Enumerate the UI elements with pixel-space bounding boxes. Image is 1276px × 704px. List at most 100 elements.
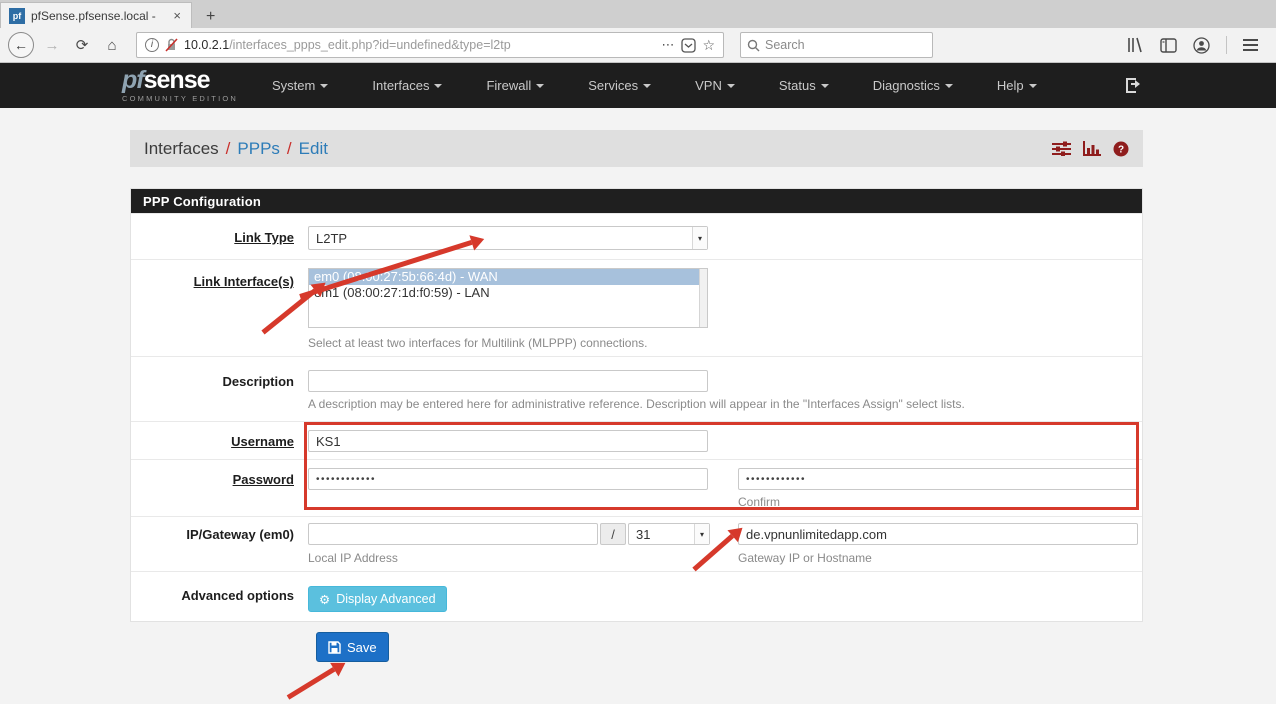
save-floppy-icon [328, 641, 341, 654]
sliders-icon[interactable] [1052, 141, 1071, 156]
search-input[interactable] [765, 38, 905, 52]
menu-system[interactable]: System [272, 78, 328, 93]
gateway-input[interactable] [738, 523, 1138, 545]
local-ip-input[interactable] [308, 523, 598, 545]
description-row: Description A description may be entered… [131, 356, 1142, 421]
select-caret-icon[interactable]: ▾ [694, 524, 709, 544]
breadcrumb-interfaces: Interfaces [144, 139, 219, 159]
save-button[interactable]: Save [316, 632, 389, 662]
ip-gateway-row: IP/Gateway (em0) Local IP Address / 31 ▾… [131, 516, 1142, 571]
logo-pf: pf [122, 66, 144, 94]
search-icon [747, 39, 760, 52]
chevron-down-icon [434, 84, 442, 88]
panel-title: PPP Configuration [131, 189, 1142, 213]
gateway-help: Gateway IP or Hostname [738, 551, 1138, 565]
back-button[interactable]: ← [8, 32, 34, 58]
chevron-down-icon [320, 84, 328, 88]
url-path: /interfaces_ppps_edit.php?id=undefined&t… [229, 38, 510, 52]
url-host: 10.0.2.1 [184, 38, 229, 52]
chevron-down-icon [1029, 84, 1037, 88]
menu-icon[interactable] [1243, 36, 1258, 54]
logo-subtitle: COMMUNITY EDITION [122, 95, 238, 103]
subnet-separator: / [600, 523, 626, 545]
username-label[interactable]: Username [131, 422, 308, 459]
gateway-group: Gateway IP or Hostname [738, 517, 1138, 571]
logout-icon[interactable] [1126, 78, 1142, 93]
breadcrumb-ppps-link[interactable]: PPPs [237, 139, 280, 159]
status-chart-icon[interactable] [1083, 141, 1101, 156]
link-type-select[interactable]: L2TP ▾ [308, 226, 708, 250]
forward-button[interactable]: → [40, 37, 64, 54]
subnet-select[interactable]: 31 ▾ [628, 523, 710, 545]
page-content: Interfaces / PPPs / Edit ? [0, 108, 1276, 661]
breadcrumb-icons: ? [1052, 141, 1129, 157]
site-info-icon[interactable]: i [145, 38, 159, 52]
gear-icon: ⚙ [319, 592, 330, 607]
interface-option-em0[interactable]: em0 (08:00:27:5b:66:4d) - WAN [309, 269, 707, 285]
menu-vpn[interactable]: VPN [695, 78, 735, 93]
ip-gateway-label: IP/Gateway (em0) [131, 517, 308, 571]
menu-interfaces[interactable]: Interfaces [372, 78, 442, 93]
link-interfaces-listbox[interactable]: em0 (08:00:27:5b:66:4d) - WAN em1 (08:00… [308, 268, 708, 328]
reload-button[interactable]: ⟳ [70, 36, 94, 54]
password-input[interactable] [308, 468, 708, 490]
bookmark-star-icon[interactable]: ☆ [702, 37, 715, 54]
password-row: Password Confirm [131, 459, 1142, 516]
local-ip-group: Local IP Address [308, 517, 598, 571]
breadcrumb-edit-link[interactable]: Edit [299, 139, 328, 159]
select-caret-icon[interactable]: ▾ [692, 227, 707, 249]
page-actions-icon[interactable]: ⋯ [661, 37, 675, 53]
pocket-icon[interactable] [681, 38, 696, 53]
menu-diagnostics[interactable]: Diagnostics [873, 78, 953, 93]
home-button[interactable]: ⌂ [100, 37, 124, 54]
sidebar-icon[interactable] [1160, 38, 1177, 53]
insecure-lock-icon [165, 38, 178, 52]
logo-sense: sense [144, 66, 210, 94]
help-icon[interactable]: ? [1113, 141, 1129, 157]
browser-toolbar: ← → ⟳ ⌂ i 10.0.2.1/interfaces_ppps_edit.… [0, 28, 1276, 63]
new-tab-button[interactable]: + [192, 8, 229, 28]
listbox-scrollbar[interactable] [699, 269, 707, 327]
chevron-down-icon [821, 84, 829, 88]
confirm-password-group: Confirm [738, 460, 1138, 516]
advanced-options-label: Advanced options [131, 572, 308, 621]
menu-status[interactable]: Status [779, 78, 829, 93]
search-box[interactable] [740, 32, 933, 58]
toolbar-divider [1226, 36, 1227, 54]
username-input[interactable] [308, 430, 708, 452]
menu-services[interactable]: Services [588, 78, 651, 93]
local-ip-help: Local IP Address [308, 551, 598, 565]
description-help: A description may be entered here for ad… [308, 397, 1142, 411]
link-interfaces-label[interactable]: Link Interface(s) [131, 260, 308, 356]
library-icon[interactable] [1126, 37, 1144, 53]
chevron-down-icon [643, 84, 651, 88]
confirm-help: Confirm [738, 495, 1138, 509]
password-label[interactable]: Password [131, 460, 308, 516]
browser-tab[interactable]: pf pfSense.pfsense.local - × [0, 2, 192, 28]
description-input[interactable] [308, 370, 708, 392]
menu-help[interactable]: Help [997, 78, 1037, 93]
chevron-down-icon [727, 84, 735, 88]
url-bar[interactable]: i 10.0.2.1/interfaces_ppps_edit.php?id=u… [136, 32, 724, 58]
pfsense-menu: System Interfaces Firewall Services VPN … [272, 78, 1037, 93]
annotation-arrow-save [287, 667, 336, 699]
link-type-row: Link Type L2TP ▾ [131, 213, 1142, 259]
link-interfaces-help: Select at least two interfaces for Multi… [308, 336, 1142, 350]
description-label: Description [131, 357, 308, 421]
pfsense-logo[interactable]: pfsense COMMUNITY EDITION [122, 68, 238, 103]
tab-title: pfSense.pfsense.local - [31, 9, 165, 23]
advanced-options-row: Advanced options ⚙ Display Advanced [131, 571, 1142, 621]
tab-close-icon[interactable]: × [171, 8, 183, 23]
interface-option-em1[interactable]: em1 (08:00:27:1d:f0:59) - LAN [309, 285, 707, 301]
pfsense-navbar: pfsense COMMUNITY EDITION System Interfa… [0, 63, 1276, 108]
display-advanced-button[interactable]: ⚙ Display Advanced [308, 586, 447, 612]
browser-tab-bar: pf pfSense.pfsense.local - × + [0, 0, 1276, 28]
username-row: Username [131, 421, 1142, 459]
url-text[interactable]: 10.0.2.1/interfaces_ppps_edit.php?id=und… [184, 38, 655, 52]
chevron-down-icon [536, 84, 544, 88]
svg-text:?: ? [1118, 144, 1124, 155]
account-icon[interactable] [1193, 37, 1210, 54]
confirm-password-input[interactable] [738, 468, 1138, 490]
menu-firewall[interactable]: Firewall [486, 78, 544, 93]
link-type-label[interactable]: Link Type [131, 214, 308, 259]
